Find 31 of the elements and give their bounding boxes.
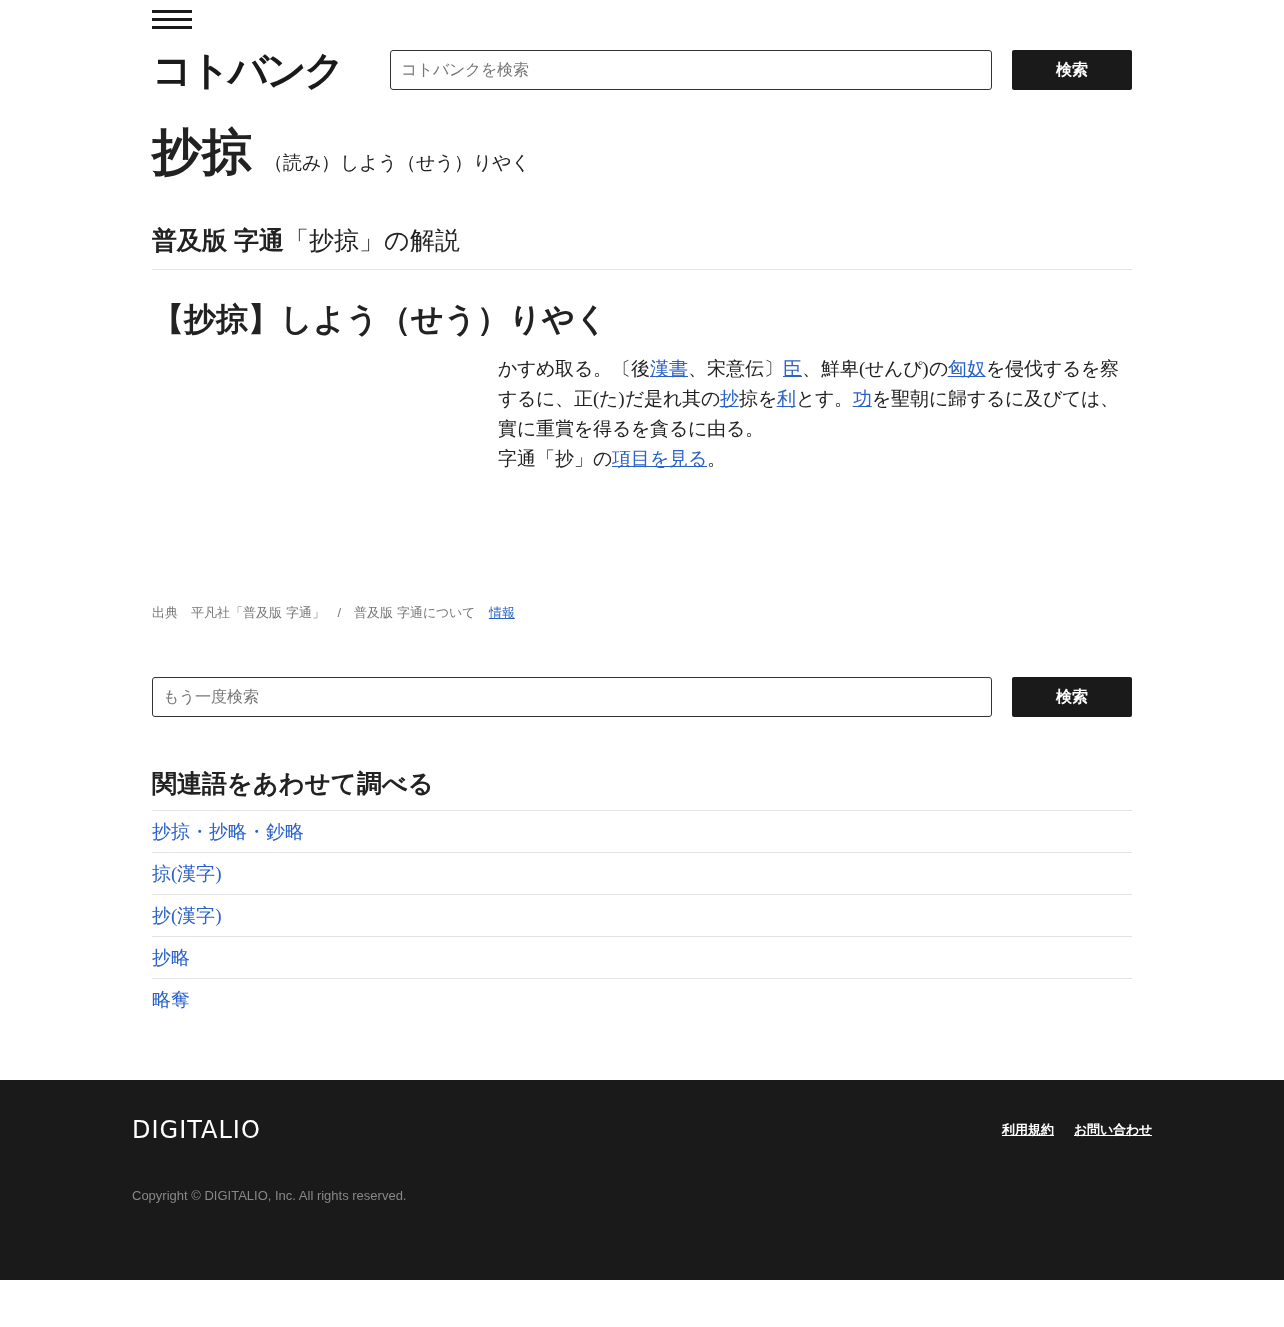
related-heading: 関連語をあわせて調べる — [152, 768, 435, 799]
site-logo[interactable]: コトバンク — [152, 48, 370, 92]
search-field[interactable]: コトバンクを検索 — [390, 50, 992, 90]
related-link[interactable]: 抄略 — [152, 936, 1132, 978]
related-link[interactable]: 略奪 — [152, 978, 1132, 1020]
footer-link[interactable]: お問い合わせ — [1074, 1121, 1152, 1139]
related-link[interactable]: 抄(漢字) — [152, 894, 1132, 936]
copyright-text: Copyright © DIGITALIO, Inc. All rights reserved. — [132, 1188, 408, 1203]
section-heading: 普及版 字通「抄掠」の解説 — [152, 224, 1132, 270]
related-link[interactable]: 抄掠・抄略・鈔略 — [152, 810, 1132, 852]
search-field[interactable]: もう一度検索 — [152, 677, 992, 717]
company-logo: DIGITALIO — [132, 1116, 261, 1144]
text-link[interactable]: 項目を見る — [612, 448, 707, 469]
text-link[interactable]: 漢書 — [650, 358, 688, 379]
definition-text: かすめ取る。〔後漢書、宋意伝〕臣、鮮卑(せんぴ)の匈奴を侵伐するを察するに、正(た)だ是れ其の抄掠を利 とす。功を聖朝に歸するに及びては、實に重賞を得るを貪るに由る。 — [498, 357, 1120, 441]
text-link[interactable]: 臣 — [783, 358, 802, 379]
entry-title: 抄掠 — [152, 123, 252, 182]
text-link[interactable]: 利 — [776, 388, 796, 409]
headword: 【抄掠】しよう（せう）りやく — [152, 300, 609, 339]
text-link[interactable]: 抄 — [719, 388, 739, 409]
text-link[interactable]: 匈奴 — [947, 358, 986, 379]
info-link[interactable]: 情報 — [488, 604, 515, 622]
menu-icon[interactable] — [152, 10, 192, 30]
search-button[interactable]: 検索 — [1012, 677, 1132, 717]
text-link[interactable]: 功 — [852, 388, 872, 409]
definition-text: 字通「抄」の項目を見る。 — [498, 447, 727, 471]
entry-reading: （読み）しよう（せう）りやく — [264, 151, 530, 175]
related-link[interactable]: 掠(漢字) — [152, 852, 1132, 894]
source-credit: 出典 平凡社「普及版 字通」 / 普及版 字通について — [152, 604, 475, 622]
footer-link[interactable]: 利用規約 — [1002, 1121, 1054, 1139]
search-button[interactable]: 検索 — [1012, 50, 1132, 90]
